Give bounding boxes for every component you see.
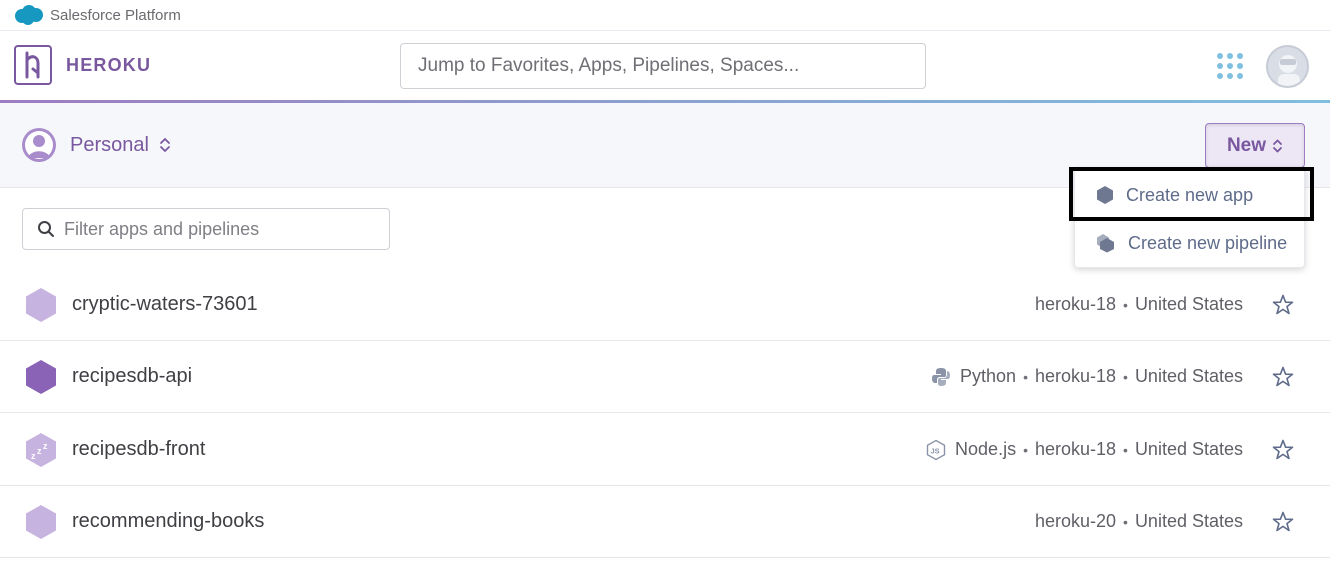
salesforce-bar: Salesforce Platform <box>0 0 1330 31</box>
app-language: Node.js <box>955 439 1017 459</box>
svg-text:z: z <box>43 441 48 451</box>
user-avatar-icon <box>1278 55 1300 86</box>
global-search-input[interactable]: Jump to Favorites, Apps, Pipelines, Spac… <box>400 43 926 89</box>
app-row[interactable]: recommending-books heroku-20 • United St… <box>0 486 1330 558</box>
app-region: United States <box>1134 294 1243 314</box>
filter-apps-input[interactable]: Filter apps and pipelines <box>22 208 390 250</box>
app-row[interactable]: z z z recipesdb-front JS Node.js • herok… <box>0 414 1330 486</box>
user-avatar[interactable] <box>1266 45 1309 88</box>
favorite-star-icon[interactable] <box>1271 293 1295 317</box>
app-row[interactable]: recipesdb-api Python • heroku-18 • Unite… <box>0 341 1330 413</box>
salesforce-cloud-icon <box>15 5 43 25</box>
hexagon-light-icon <box>26 505 56 539</box>
meta-separator: • <box>1123 296 1128 313</box>
stacked-hexagons-icon <box>1097 234 1114 253</box>
chevron-up-down-icon <box>160 138 170 152</box>
app-meta: Python • heroku-18 • United States <box>930 366 1243 388</box>
chevron-up-down-icon <box>1273 139 1282 152</box>
search-icon <box>38 221 54 237</box>
svg-text:z: z <box>37 446 42 456</box>
create-new-pipeline-item[interactable]: Create new pipeline <box>1075 219 1304 267</box>
favorite-star-icon[interactable] <box>1271 438 1295 462</box>
hexagon-light-icon <box>26 288 56 322</box>
app-name[interactable]: cryptic-waters-73601 <box>72 293 258 316</box>
create-new-pipeline-label: Create new pipeline <box>1128 232 1288 253</box>
app-language: Python <box>960 366 1017 386</box>
heroku-header: HEROKU Jump to Favorites, Apps, Pipeline… <box>0 31 1330 101</box>
account-label: Personal <box>70 133 149 156</box>
new-button[interactable]: New <box>1205 123 1305 168</box>
app-meta: heroku-20 • United States <box>1035 511 1243 532</box>
app-stack: heroku-20 <box>1034 511 1117 531</box>
python-icon <box>932 367 951 386</box>
app-region: United States <box>1134 511 1243 531</box>
create-new-app-item[interactable]: Create new app <box>1075 171 1304 219</box>
svg-text:JS: JS <box>931 446 940 455</box>
heroku-wordmark: HEROKU <box>66 54 152 75</box>
app-name[interactable]: recommending-books <box>72 510 264 533</box>
new-dropdown-menu: Create new app Create new pipeline <box>1074 168 1305 268</box>
meta-separator: • <box>1123 441 1128 458</box>
account-switcher[interactable]: Personal <box>22 128 171 162</box>
app-region: United States <box>1134 366 1243 386</box>
app-stack: heroku-18 <box>1034 366 1117 386</box>
hexagon-dark-icon <box>26 360 56 394</box>
salesforce-platform-label: Salesforce Platform <box>50 6 181 24</box>
filter-placeholder: Filter apps and pipelines <box>64 218 260 239</box>
app-name[interactable]: recipesdb-front <box>72 438 205 461</box>
personal-account-icon <box>22 128 56 162</box>
meta-separator: • <box>1023 368 1028 385</box>
meta-separator: • <box>1123 368 1128 385</box>
nodejs-icon: JS <box>926 439 946 460</box>
app-name[interactable]: recipesdb-api <box>72 365 192 388</box>
new-button-label: New <box>1226 134 1267 156</box>
app-stack: heroku-18 <box>1034 294 1117 314</box>
apps-grid-icon[interactable] <box>1217 53 1243 79</box>
sleeping-hexagon-icon: z z z <box>26 433 56 467</box>
app-meta: heroku-18 • United States <box>1035 294 1243 315</box>
app-stack: heroku-18 <box>1034 439 1117 459</box>
meta-separator: • <box>1123 513 1128 530</box>
app-row[interactable]: cryptic-waters-73601 heroku-18 • United … <box>0 269 1330 341</box>
meta-separator: • <box>1023 441 1028 458</box>
svg-text:z: z <box>31 451 36 461</box>
create-new-app-label: Create new app <box>1126 184 1254 205</box>
app-meta: JS Node.js • heroku-18 • United States <box>925 439 1243 461</box>
favorite-star-icon[interactable] <box>1271 510 1295 534</box>
hexagon-app-icon <box>1097 186 1113 204</box>
heroku-logo[interactable]: HEROKU <box>14 45 151 85</box>
heroku-logo-icon <box>14 45 52 85</box>
favorite-star-icon[interactable] <box>1271 365 1295 389</box>
app-region: United States <box>1134 439 1243 459</box>
